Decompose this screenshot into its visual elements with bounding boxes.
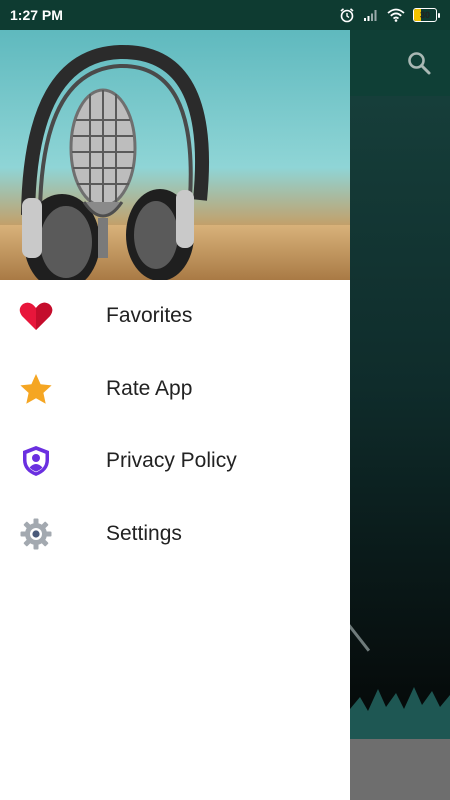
battery-level: 30 [419,10,430,20]
status-icons: 30 [339,7,440,23]
shield-user-icon [18,443,54,479]
menu-item-privacy-policy[interactable]: Privacy Policy [0,425,350,498]
menu-item-favorites[interactable]: Favorites [0,280,350,353]
search-button[interactable] [406,50,432,76]
menu-item-label: Privacy Policy [106,449,237,473]
menu-item-label: Settings [106,521,182,545]
search-icon [408,52,431,75]
status-bar: 1:27 PM 30 [0,0,450,30]
battery-icon: 30 [413,8,440,22]
gear-icon [18,516,54,552]
status-time: 1:27 PM [10,7,63,23]
signal-icon [364,10,377,21]
navigation-drawer: Favorites Rate App Privacy Policy Settin… [0,30,350,800]
wifi-icon [387,8,405,22]
alarm-icon [340,8,354,23]
menu-item-label: Rate App [106,376,193,400]
star-icon [18,371,54,407]
menu-item-settings[interactable]: Settings [0,498,350,571]
menu-item-rate-app[interactable]: Rate App [0,353,350,426]
battery-tip [438,12,440,18]
battery-body: 30 [413,8,437,22]
menu-item-label: Favorites [106,304,193,328]
drawer-header-image [0,30,350,280]
drawer-menu: Favorites Rate App Privacy Policy Settin… [0,280,350,570]
heart-icon [18,298,54,334]
microphone-headphones-illustration [21,44,210,280]
